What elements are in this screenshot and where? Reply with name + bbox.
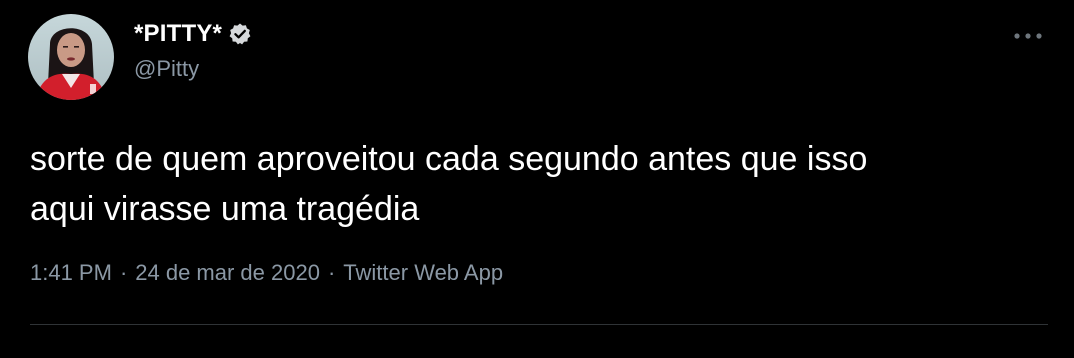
tweet-time[interactable]: 1:41 PM [30, 260, 112, 286]
verified-badge-icon [228, 22, 252, 46]
tweet-text: sorte de quem aproveitou cada segundo an… [30, 140, 868, 228]
user-handle[interactable]: @Pitty [134, 56, 199, 82]
tweet-source[interactable]: Twitter Web App [343, 260, 503, 286]
meta-separator: · [327, 260, 336, 285]
divider [30, 324, 1048, 325]
tweet-metadata: 1:41 PM · 24 de mar de 2020 · Twitter We… [30, 260, 503, 286]
more-options-icon[interactable] [1006, 22, 1050, 50]
name-row: *PITTY* [134, 18, 252, 50]
meta-separator: · [119, 260, 128, 285]
tweet-date[interactable]: 24 de mar de 2020 [135, 260, 320, 286]
avatar[interactable] [28, 14, 114, 100]
display-name[interactable]: *PITTY* [134, 20, 222, 48]
tweet-card: *PITTY* @Pitty sorte de quem aproveitou … [0, 0, 1074, 358]
